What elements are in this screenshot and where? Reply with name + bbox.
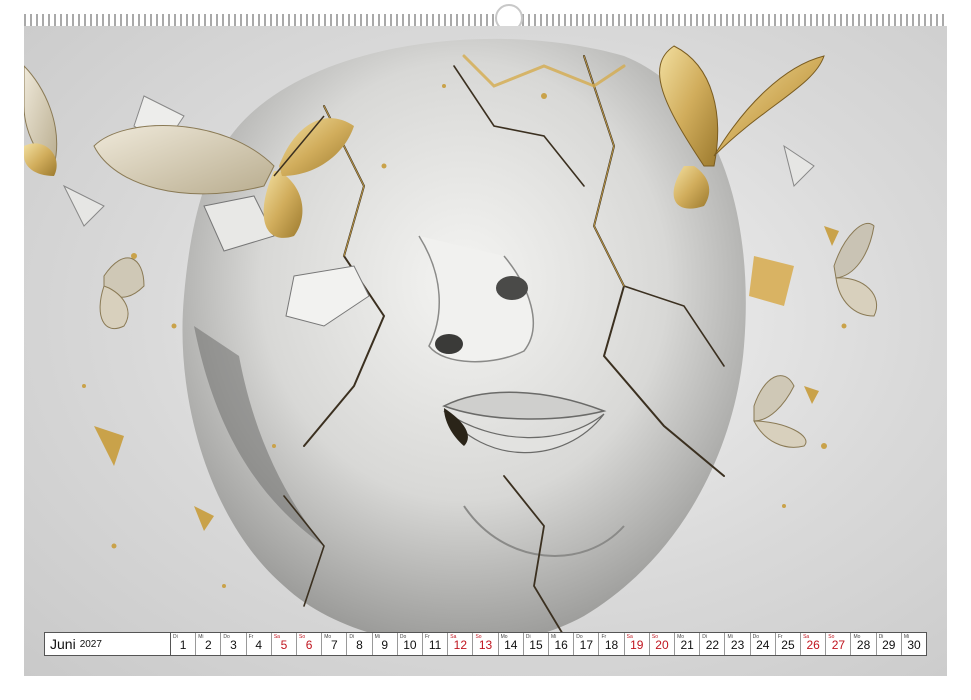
day-number: 15 xyxy=(529,638,543,652)
calendar-artwork xyxy=(24,26,947,676)
month-name: Juni xyxy=(50,636,76,652)
calendar-grid: Juni 2027 Di 1 Mi 2 Do 3 Fr 4 Sa 5 So 6 Mo 7 Di 8 Mi 9 Do 1… xyxy=(44,632,927,656)
day-row: Di 1 Mi 2 Do 3 Fr 4 Sa 5 So 6 Mo 7 Di 8 Mi 9 Do 10 Fr 11 Sa 12 S… xyxy=(171,633,926,655)
day-number: 25 xyxy=(781,638,795,652)
day-cell: Mo 28 xyxy=(851,633,877,655)
day-number: 13 xyxy=(478,638,493,652)
day-number: 14 xyxy=(504,638,518,652)
day-cell: So 13 xyxy=(473,633,499,655)
pale-butterfly-left xyxy=(99,257,145,329)
day-cell: Sa 5 xyxy=(272,633,298,655)
day-number: 12 xyxy=(453,638,468,652)
day-number: 28 xyxy=(856,638,871,652)
day-number: 7 xyxy=(330,638,338,652)
golden-butterfly-top-right xyxy=(659,45,825,209)
day-number: 21 xyxy=(680,638,694,652)
day-cell: Di 1 xyxy=(171,633,197,655)
day-cell: Mo 14 xyxy=(499,633,524,655)
day-cell: Mi 9 xyxy=(373,633,398,655)
day-number: 5 xyxy=(280,638,288,652)
day-number: 11 xyxy=(428,638,442,652)
day-cell: Mo 21 xyxy=(675,633,701,655)
day-cell: Di 29 xyxy=(877,633,902,655)
pale-butterfly-right-lower xyxy=(753,375,807,448)
day-cell: So 6 xyxy=(297,633,323,655)
day-number: 27 xyxy=(831,638,846,652)
day-number: 16 xyxy=(554,638,568,652)
day-number: 4 xyxy=(255,638,263,652)
day-number: 1 xyxy=(179,638,187,652)
day-cell: Fr 18 xyxy=(599,633,625,655)
golden-butterfly-far-left xyxy=(24,65,58,176)
day-number: 20 xyxy=(655,638,669,652)
day-cell: Sa 12 xyxy=(448,633,474,655)
day-cell: Mi 16 xyxy=(549,633,575,655)
day-number: 2 xyxy=(204,638,212,652)
month-header: Juni 2027 xyxy=(45,633,171,655)
day-cell: Di 22 xyxy=(700,633,726,655)
day-cell: Fr 25 xyxy=(776,633,802,655)
spiral-binding xyxy=(24,0,947,32)
day-cell: Do 3 xyxy=(221,633,247,655)
day-cell: So 27 xyxy=(826,633,852,655)
day-number: 10 xyxy=(403,638,417,652)
day-number: 23 xyxy=(730,638,745,652)
day-number: 18 xyxy=(604,638,619,652)
day-cell: Mi 30 xyxy=(902,633,926,655)
day-cell: So 20 xyxy=(650,633,676,655)
day-number: 8 xyxy=(356,638,363,652)
day-cell: Do 10 xyxy=(398,633,424,655)
day-number: 17 xyxy=(579,638,594,652)
day-cell: Sa 26 xyxy=(801,633,827,655)
day-cell: Mi 23 xyxy=(725,633,751,655)
day-number: 19 xyxy=(630,638,644,652)
day-number: 9 xyxy=(381,638,389,652)
day-number: 29 xyxy=(882,638,896,652)
day-number: 30 xyxy=(907,638,921,652)
day-number: 6 xyxy=(305,638,313,652)
day-cell: Fr 4 xyxy=(247,633,272,655)
artwork-illustration xyxy=(24,38,877,646)
day-number: 3 xyxy=(230,638,237,652)
day-cell: Fr 11 xyxy=(423,633,449,655)
marble-face xyxy=(182,38,746,646)
day-cell: Di 8 xyxy=(347,633,373,655)
pale-butterfly-right xyxy=(833,223,877,317)
day-number: 26 xyxy=(806,638,820,652)
day-cell: Do 17 xyxy=(574,633,600,655)
day-cell: Mo 7 xyxy=(322,633,348,655)
day-cell: Mi 2 xyxy=(196,633,222,655)
year-label: 2027 xyxy=(79,638,102,650)
day-cell: Di 15 xyxy=(524,633,550,655)
day-cell: Do 24 xyxy=(751,633,776,655)
day-cell: Sa 19 xyxy=(625,633,650,655)
day-number: 24 xyxy=(756,638,770,652)
day-number: 22 xyxy=(705,638,720,652)
